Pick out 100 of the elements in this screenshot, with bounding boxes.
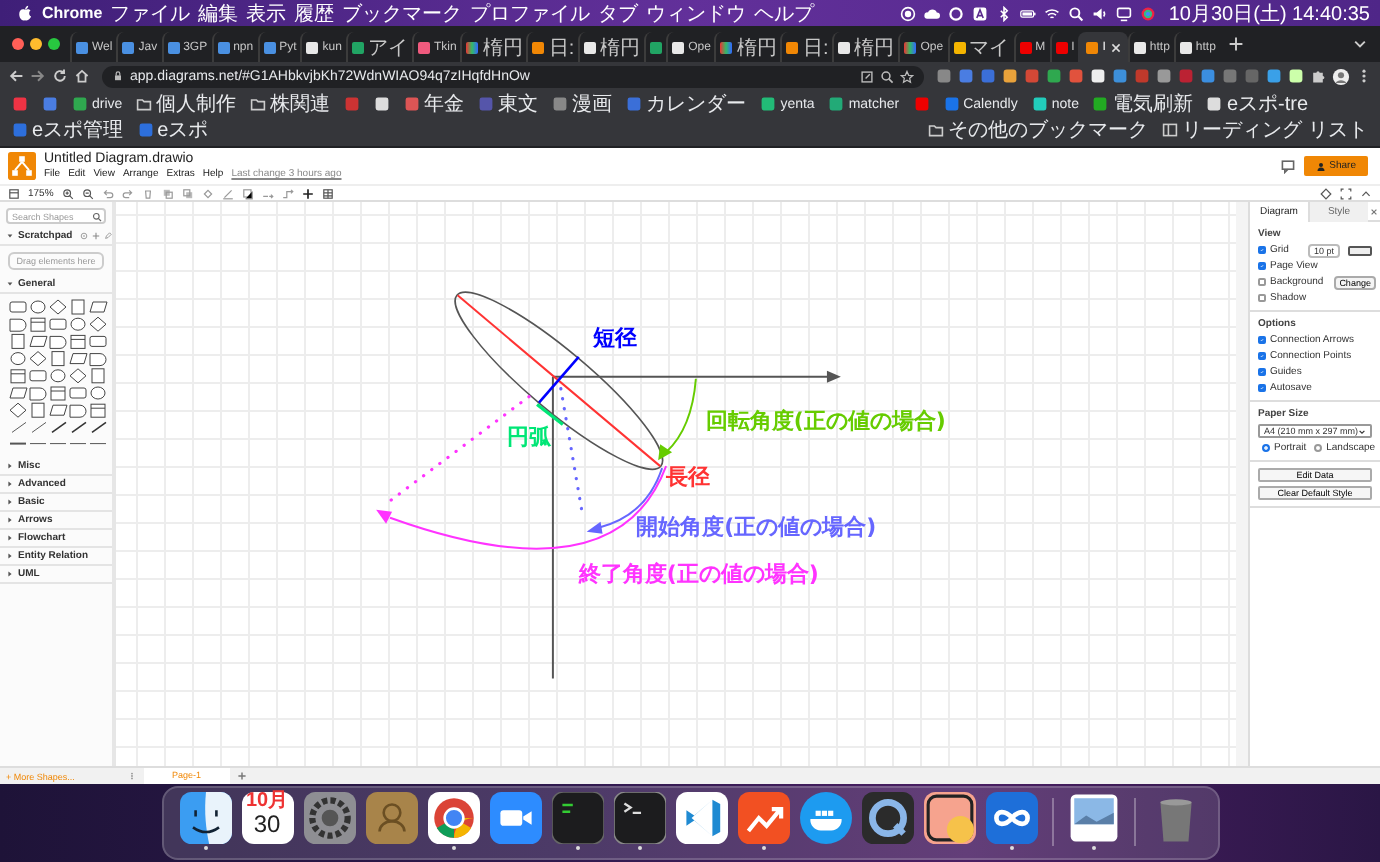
shadow-icon[interactable] — [241, 187, 254, 199]
x-axis-arrow[interactable] — [551, 370, 841, 383]
checkbox[interactable] — [1258, 294, 1266, 302]
screenshot-icon[interactable] — [860, 69, 874, 83]
bookmark[interactable]: 東文 — [478, 92, 539, 116]
search-icon[interactable] — [1068, 5, 1085, 21]
to-front-icon[interactable] — [161, 187, 174, 199]
radio-button[interactable] — [1262, 444, 1270, 452]
minimize-window-button[interactable] — [30, 38, 42, 50]
forward-arrow-icon[interactable] — [30, 68, 46, 84]
back-arrow-icon[interactable] — [8, 68, 24, 84]
fill-color-icon[interactable] — [201, 187, 214, 199]
whale-icon[interactable] — [799, 792, 851, 844]
contact-book-icon[interactable] — [365, 792, 417, 844]
radio-button[interactable] — [1314, 444, 1323, 452]
home-icon[interactable] — [74, 68, 90, 84]
new-tab-icon[interactable] — [1227, 36, 1244, 52]
avatar-icon[interactable] — [1332, 67, 1350, 85]
ribbon-logo-icon[interactable] — [675, 792, 727, 844]
redo-icon[interactable] — [121, 187, 134, 199]
waypoint-icon[interactable] — [281, 187, 294, 199]
reload-icon[interactable] — [52, 68, 68, 84]
cloud-icon[interactable] — [924, 5, 941, 21]
to-back-icon[interactable] — [181, 187, 194, 199]
checkbox[interactable] — [1258, 336, 1266, 344]
menu-item[interactable]: 履歴 — [294, 0, 335, 27]
collapse-icon[interactable] — [1360, 187, 1372, 199]
chevron-down-icon[interactable] — [1352, 36, 1368, 52]
menu-item[interactable]: ブックマーク — [342, 0, 463, 27]
battery-icon[interactable] — [1020, 5, 1037, 21]
diagram-logo-icon[interactable] — [8, 152, 36, 180]
gear-icon[interactable] — [303, 792, 355, 844]
arc-segment-line[interactable] — [536, 403, 564, 426]
table-icon[interactable] — [321, 187, 334, 199]
bookmark[interactable]: その他のブックマーク — [928, 118, 1149, 142]
app-menu[interactable]: Chrome — [42, 4, 103, 22]
reading-list-button[interactable]: リーディング リスト — [1162, 118, 1368, 142]
checkbox[interactable] — [1258, 384, 1266, 392]
y-axis-line[interactable] — [551, 375, 554, 680]
puzzle-icon[interactable] — [1310, 68, 1326, 84]
apple-icon[interactable] — [16, 4, 34, 22]
menu-item[interactable]: ウィンドウ — [646, 0, 747, 27]
terminal-icon[interactable] — [551, 792, 603, 844]
star-icon[interactable] — [900, 69, 914, 83]
checkbox[interactable] — [1258, 246, 1266, 254]
menu-item[interactable]: タブ — [598, 0, 639, 27]
checkbox[interactable] — [1258, 262, 1266, 270]
bluetooth-icon[interactable] — [996, 5, 1013, 21]
photo-icon[interactable] — [1067, 792, 1119, 844]
infinity-icon[interactable] — [985, 792, 1037, 844]
bookmark[interactable]: eスポ管理 — [12, 118, 124, 142]
line-color-icon[interactable] — [221, 187, 234, 199]
display-icon[interactable] — [1116, 5, 1133, 21]
color-wheel-icon[interactable] — [1140, 5, 1157, 21]
menu-item[interactable]: 編集 — [198, 0, 239, 27]
ring-icon[interactable] — [948, 5, 965, 21]
bookmark[interactable]: 個人制作 — [136, 92, 237, 116]
menu-item[interactable]: ファイル — [110, 0, 191, 27]
record-icon[interactable] — [900, 5, 917, 21]
speaker-icon[interactable] — [1092, 5, 1109, 21]
checkbox[interactable] — [1258, 352, 1266, 360]
page-view-icon[interactable] — [8, 187, 20, 199]
bookmark[interactable]: eスポ-tre — [1206, 92, 1309, 116]
menu-item[interactable]: プロファイル — [470, 0, 591, 27]
fullscreen-icon[interactable] — [1340, 187, 1352, 199]
diagram-canvas[interactable]: 短径 回転角度(正の値の場合) 円弧 長径 開始角度(正の値の場合) 終了角度(正の値の場合) — [116, 202, 1248, 766]
ellipse-drawing[interactable] — [454, 291, 664, 471]
input-method-icon[interactable] — [972, 5, 989, 21]
zoom-out-icon[interactable] — [81, 187, 94, 199]
bookmark[interactable] — [374, 92, 391, 116]
bookmark[interactable]: カレンダー — [626, 92, 747, 116]
zoom-in-icon[interactable] — [61, 187, 74, 199]
add-page-icon[interactable] — [235, 770, 248, 782]
end-angle-dotted-line[interactable] — [384, 395, 531, 506]
diagram-label[interactable]: 短径 — [592, 325, 637, 351]
circle-logo-icon[interactable] — [427, 792, 479, 844]
checkbox[interactable] — [1258, 368, 1266, 376]
close-icon[interactable] — [1368, 205, 1380, 217]
q-logo-icon[interactable] — [861, 792, 913, 844]
video-camera-icon[interactable] — [489, 792, 541, 844]
comment-icon[interactable] — [1279, 158, 1296, 174]
bookmark[interactable]: 年金 — [404, 92, 465, 116]
zoom-window-button[interactable] — [48, 38, 60, 50]
diagram-label[interactable]: 開始角度(正の値の場合) — [636, 513, 877, 540]
checkbox[interactable] — [1258, 278, 1266, 286]
close-window-button[interactable] — [12, 38, 24, 50]
undo-icon[interactable] — [101, 187, 114, 199]
terminal-icon[interactable] — [613, 792, 665, 844]
bookmark[interactable]: 漫画 — [552, 92, 613, 116]
bookmark[interactable]: 電気刷新 — [1092, 92, 1193, 116]
grid-color-swatch[interactable] — [1348, 245, 1372, 255]
diagram-label[interactable]: 長径 — [666, 464, 711, 490]
bookmark[interactable]: eスポ — [137, 118, 209, 142]
pill-icon[interactable] — [923, 792, 975, 844]
calendar-icon[interactable]: 10月 30 — [241, 792, 293, 844]
zoom-icon[interactable] — [880, 69, 894, 83]
bookmark[interactable]: 株関連 — [250, 92, 331, 116]
insert-icon[interactable] — [301, 187, 314, 199]
menu-item[interactable]: ヘルプ — [754, 0, 815, 27]
menu-item[interactable]: 表示 — [246, 0, 287, 27]
